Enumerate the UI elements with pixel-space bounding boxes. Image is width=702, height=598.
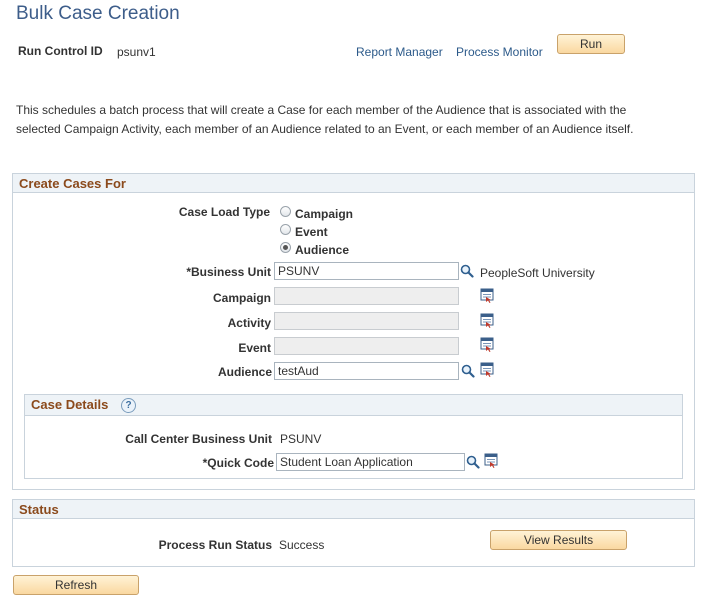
process-monitor-link[interactable]: Process Monitor [456, 45, 543, 59]
prompt-list-icon[interactable] [484, 453, 499, 471]
view-results-button[interactable]: View Results [490, 530, 627, 550]
activity-label: Activity [227, 316, 271, 330]
process-run-status-label: Process Run Status [158, 538, 272, 552]
campaign-label: Campaign [212, 291, 271, 305]
status-header: Status [13, 500, 694, 519]
prompt-list-icon[interactable] [480, 337, 495, 355]
call-center-bu-label: Call Center Business Unit [125, 432, 272, 446]
refresh-button[interactable]: Refresh [13, 575, 139, 595]
radio-audience[interactable] [280, 242, 291, 253]
event-label: Event [238, 341, 271, 355]
business-unit-description: PeopleSoft University [480, 266, 595, 280]
help-icon[interactable]: ? [121, 398, 136, 413]
prompt-list-icon[interactable] [480, 288, 495, 306]
audience-label: Audience [217, 365, 272, 379]
case-details-header: Case Details [31, 397, 109, 412]
audience-input[interactable] [274, 362, 459, 380]
prompt-list-icon[interactable] [480, 362, 495, 380]
magnifier-icon[interactable] [461, 364, 475, 381]
quick-code-label: *Quick Code [202, 456, 274, 470]
report-manager-link[interactable]: Report Manager [356, 45, 443, 59]
radio-event-label: Event [295, 225, 328, 239]
run-control-label: Run Control ID [18, 44, 103, 58]
quick-code-input[interactable] [276, 453, 465, 471]
campaign-input [274, 287, 459, 305]
case-load-type-label: Case Load Type [178, 205, 270, 219]
page-title: Bulk Case Creation [16, 3, 180, 24]
prompt-list-icon[interactable] [480, 313, 495, 331]
event-input [274, 337, 459, 355]
page-description: This schedules a batch process that will… [16, 103, 634, 136]
radio-campaign[interactable] [280, 206, 291, 217]
run-button[interactable]: Run [557, 34, 625, 54]
activity-input [274, 312, 459, 330]
process-run-status-value: Success [279, 538, 325, 552]
business-unit-label: *Business Unit [186, 265, 271, 279]
radio-event[interactable] [280, 224, 291, 235]
magnifier-icon[interactable] [460, 264, 474, 281]
call-center-bu-value: PSUNV [280, 432, 322, 446]
magnifier-icon[interactable] [466, 455, 480, 472]
business-unit-input[interactable] [274, 262, 459, 280]
run-control-value: psunv1 [117, 45, 156, 59]
create-cases-header: Create Cases For [13, 174, 694, 193]
radio-audience-label: Audience [295, 243, 350, 257]
radio-campaign-label: Campaign [295, 207, 354, 221]
